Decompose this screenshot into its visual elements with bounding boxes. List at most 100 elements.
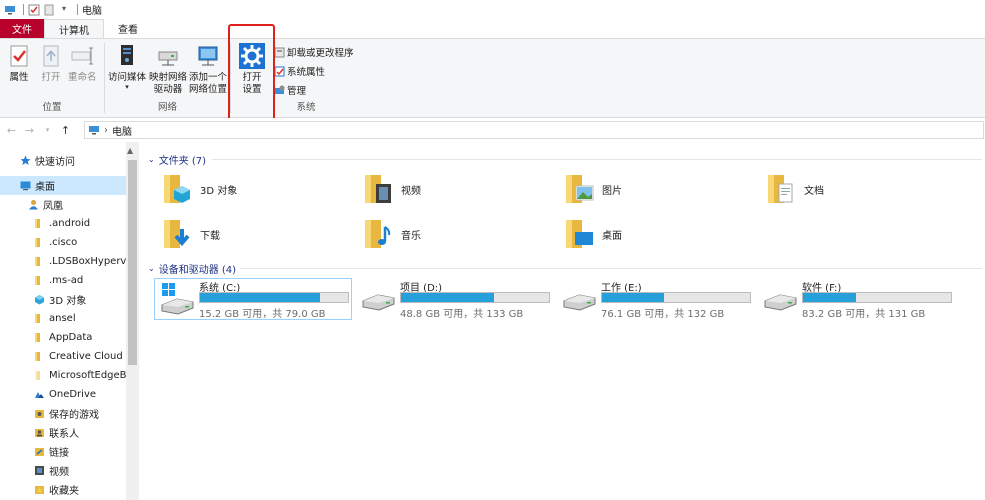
folder-label: 图片 xyxy=(602,185,622,197)
up-arrow-icon[interactable]: ↑ xyxy=(59,124,72,137)
this-pc-icon xyxy=(89,126,99,135)
drive-label: 软件 (F:) xyxy=(802,283,842,294)
sidebar-scrollbar-thumb[interactable] xyxy=(128,160,137,365)
manage-button[interactable]: 管理 xyxy=(274,83,306,97)
sidebar-item-label: 快速访问 xyxy=(35,157,75,168)
folder-documents[interactable]: 文档 xyxy=(766,172,824,206)
ribbon-group-location: 属性 打开 重命名 位置 xyxy=(0,39,104,117)
folder-desktop[interactable]: 桌面 xyxy=(564,217,622,251)
sidebar-item-label: 凤凰 xyxy=(43,201,63,212)
folder-3d-objects[interactable]: 3D 对象 xyxy=(162,172,237,206)
system-properties-label: 系统属性 xyxy=(287,67,326,78)
folder-label: 下载 xyxy=(200,230,220,242)
sidebar-item-videos[interactable]: 视频 xyxy=(0,461,69,480)
properties-label: 属性 xyxy=(9,72,29,83)
documents-folder-icon xyxy=(768,175,793,203)
ribbon-tabs: 文件 计算机 查看 xyxy=(0,19,985,38)
drive-usage-fill xyxy=(602,293,665,302)
highlight-box xyxy=(228,24,275,124)
sidebar-item-onedrive[interactable]: OneDrive xyxy=(0,385,96,404)
scroll-up-arrow-icon[interactable]: ▲ xyxy=(127,146,133,155)
sidebar-item-android[interactable]: .android xyxy=(0,214,90,233)
sidebar-item-microsoft-edge[interactable]: MicrosoftEdgeBa xyxy=(0,366,126,385)
drive-e[interactable]: 工作 (E:) 76.1 GB 可用，共 132 GB xyxy=(557,279,755,320)
sidebar-item-saved-games[interactable]: 保存的游戏 xyxy=(0,404,99,423)
sidebar-item-3d-objects[interactable]: 3D 对象 xyxy=(0,290,86,309)
links-icon xyxy=(35,448,44,456)
map-network-drive-button[interactable]: 映射网络 驱动器 xyxy=(149,43,187,96)
collapse-chevron-icon: ⌄ xyxy=(148,155,155,164)
favorites-icon xyxy=(35,486,44,494)
access-media-button[interactable]: 访问媒体 ▾ xyxy=(108,43,146,91)
hard-drive-icon xyxy=(764,294,797,311)
address-box[interactable]: › 电脑 xyxy=(84,121,984,139)
drive-f[interactable]: 软件 (F:) 83.2 GB 可用，共 131 GB xyxy=(758,279,956,320)
sidebar-item-favorites[interactable]: 收藏夹 xyxy=(0,480,79,499)
sidebar-item-quick-access[interactable]: 快速访问 xyxy=(0,151,75,170)
sidebar-item-ms-ad[interactable]: .ms-ad xyxy=(0,271,83,290)
sidebar-item-label: .android xyxy=(49,218,91,229)
folder-pictures[interactable]: 图片 xyxy=(564,172,622,206)
folder-music[interactable]: 音乐 xyxy=(363,217,421,251)
drive-usage-bar xyxy=(199,292,349,303)
sidebar-item-label: OneDrive xyxy=(49,389,97,400)
sidebar-item-label: 视频 xyxy=(49,467,69,478)
folder-icon xyxy=(35,371,40,380)
breadcrumb-chevron-icon: › xyxy=(104,124,108,136)
uninstall-icon xyxy=(274,47,285,57)
hard-drive-icon xyxy=(563,294,596,311)
user-icon xyxy=(29,200,38,210)
sidebar-item-desktop[interactable]: 桌面 xyxy=(0,176,126,195)
navigation-pane: 快速访问 桌面 凤凰 .android .cisco .LDSBoxHyperv… xyxy=(0,142,140,500)
folder-videos[interactable]: 视频 xyxy=(363,172,421,206)
quick-access-dropdown-icon[interactable]: ▾ xyxy=(58,4,70,16)
section-divider xyxy=(212,159,982,160)
new-folder-quick-icon[interactable] xyxy=(43,4,55,16)
system-properties-button[interactable]: 系统属性 xyxy=(274,64,325,78)
sidebar-item-links[interactable]: 链接 xyxy=(0,442,69,461)
rename-button[interactable]: 重命名 xyxy=(68,43,97,84)
sidebar-item-user[interactable]: 凤凰 xyxy=(0,195,63,214)
drives-section-header[interactable]: ⌄ 设备和驱动器 (4) xyxy=(148,261,236,276)
properties-quick-icon[interactable] xyxy=(28,4,40,16)
folder-icon xyxy=(35,333,40,342)
drive-label: 工作 (E:) xyxy=(601,283,642,294)
drive-usage-fill xyxy=(401,293,495,302)
content-pane: ⌄ 文件夹 (7) 3D 对象 视频 图片 文档 下载 音乐 桌面 ⌄ 设备和驱… xyxy=(140,142,985,500)
tab-file[interactable]: 文件 xyxy=(0,19,44,38)
drive-c[interactable]: 系统 (C:) 15.2 GB 可用，共 79.0 GB xyxy=(154,278,352,320)
recent-locations-icon[interactable]: ▾ xyxy=(41,126,54,134)
folder-downloads[interactable]: 下载 xyxy=(162,217,220,251)
sidebar-item-appdata[interactable]: AppData xyxy=(0,328,92,347)
sidebar-item-contacts[interactable]: 联系人 xyxy=(0,423,79,442)
sidebar-item-ldsbox[interactable]: .LDSBoxHypervis xyxy=(0,252,126,271)
back-arrow-icon[interactable]: ← xyxy=(5,124,18,137)
rename-label: 重命名 xyxy=(68,72,97,83)
uninstall-label: 卸载或更改程序 xyxy=(287,48,354,59)
drive-info: 工作 (E:) 76.1 GB 可用，共 132 GB xyxy=(601,279,751,320)
drive-free-space: 83.2 GB 可用，共 131 GB xyxy=(802,309,926,320)
tab-view[interactable]: 查看 xyxy=(104,19,152,38)
tab-computer[interactable]: 计算机 xyxy=(44,19,104,38)
folder-icon xyxy=(35,219,40,228)
properties-button[interactable]: 属性 xyxy=(6,43,32,84)
drive-info: 项目 (D:) 48.8 GB 可用，共 133 GB xyxy=(400,279,550,320)
3d-objects-icon xyxy=(35,295,44,305)
drive-d[interactable]: 项目 (D:) 48.8 GB 可用，共 133 GB xyxy=(356,279,554,320)
sidebar-item-creative-cloud[interactable]: Creative Cloud Fi xyxy=(0,347,126,366)
collapse-chevron-icon: ⌄ xyxy=(148,264,155,273)
sidebar-item-label: MicrosoftEdgeBa xyxy=(49,370,126,381)
drives-header-label: 设备和驱动器 (4) xyxy=(158,265,237,276)
uninstall-programs-button[interactable]: 卸载或更改程序 xyxy=(274,45,354,59)
open-button[interactable]: 打开 xyxy=(38,43,64,84)
windows-drive-icon xyxy=(161,283,194,315)
properties-icon xyxy=(10,45,28,67)
folders-section-header[interactable]: ⌄ 文件夹 (7) xyxy=(148,152,206,167)
sidebar-item-cisco[interactable]: .cisco xyxy=(0,233,77,252)
forward-arrow-icon[interactable]: → xyxy=(23,124,36,137)
drive-label: 系统 (C:) xyxy=(199,283,241,294)
breadcrumb[interactable]: 电脑 xyxy=(112,123,132,138)
downloads-folder-icon xyxy=(164,220,190,248)
add-network-location-button[interactable]: 添加一个 网络位置 xyxy=(189,43,227,96)
sidebar-item-ansel[interactable]: ansel xyxy=(0,309,76,328)
